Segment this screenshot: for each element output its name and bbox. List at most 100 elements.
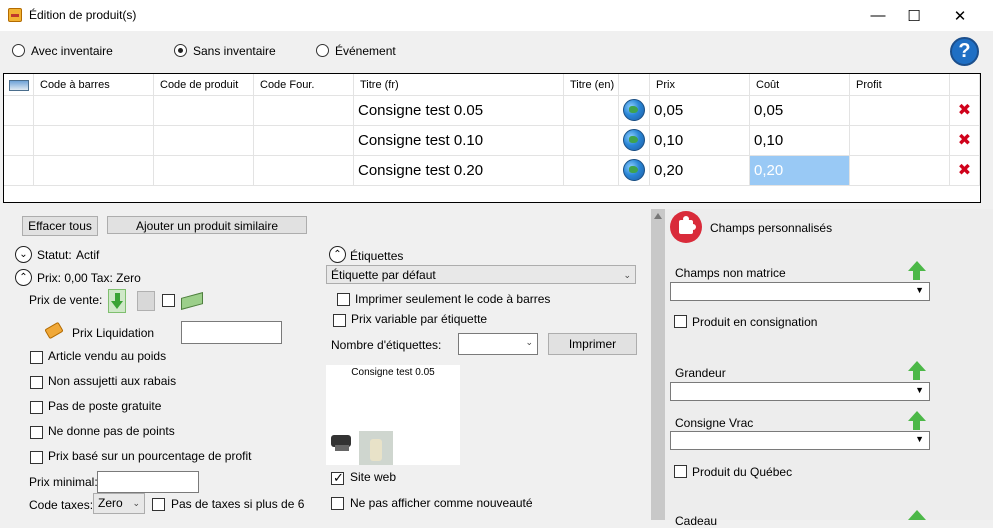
delete-icon[interactable]: ✖ (958, 102, 971, 119)
cell-titre-fr[interactable]: Consigne test 0.20 (354, 156, 564, 186)
delete-icon[interactable]: ✖ (958, 162, 971, 179)
green-up-arrow-icon[interactable] (908, 261, 926, 280)
label-not-new: Ne pas afficher comme nouveauté (350, 496, 533, 510)
app-icon (8, 8, 22, 22)
cell-web[interactable] (619, 156, 650, 186)
row-header-cell[interactable] (4, 126, 34, 156)
panel-splitter[interactable] (651, 209, 665, 520)
row-header-corner (4, 74, 34, 96)
cell-delete[interactable]: ✖ (950, 156, 980, 186)
custom-fields-panel: Champs personnalisés Champs non matrice … (665, 209, 993, 528)
globe-icon[interactable] (623, 99, 645, 121)
radio-avec-inventaire[interactable] (12, 44, 25, 57)
cell-profit[interactable] (850, 156, 950, 186)
min-price-input[interactable] (97, 471, 199, 493)
checkbox-not-new[interactable] (331, 497, 344, 510)
delete-icon[interactable]: ✖ (958, 132, 971, 149)
globe-icon[interactable] (623, 129, 645, 151)
close-button[interactable]: ✕ (937, 0, 983, 31)
cell-code-produit[interactable] (154, 156, 254, 186)
cell-profit[interactable] (850, 126, 950, 156)
label-preview-title: Consigne test 0.05 (351, 367, 435, 378)
cell-cout[interactable]: 0,10 (750, 126, 850, 156)
green-up-arrow-icon[interactable] (908, 361, 926, 380)
checkbox-print-barcode-only[interactable] (337, 293, 350, 306)
money-icon[interactable] (181, 290, 205, 310)
radio-label-evenement: Événement (335, 44, 396, 58)
cell-titre-en[interactable] (564, 96, 619, 126)
cell-delete[interactable]: ✖ (950, 126, 980, 156)
checkbox-vendu-poids[interactable] (30, 351, 43, 364)
cell-code-barres[interactable] (34, 156, 154, 186)
tax-code-select[interactable]: Zero ⌄ (93, 493, 145, 514)
cell-prix[interactable]: 0,05 (650, 96, 750, 126)
cell-cout[interactable]: 0,20 (750, 156, 850, 186)
radio-evenement[interactable] (316, 44, 329, 57)
checkbox-poste-gratuite[interactable] (30, 401, 43, 414)
select-non-matrice[interactable]: ▼ (670, 282, 930, 301)
liquidation-input[interactable] (181, 321, 282, 344)
globe-icon[interactable] (623, 159, 645, 181)
cell-code-barres[interactable] (34, 96, 154, 126)
label-count-select[interactable]: ⌄ (458, 333, 538, 355)
cell-delete[interactable]: ✖ (950, 96, 980, 126)
row-header-cell[interactable] (4, 156, 34, 186)
checkbox-non-assujetti[interactable] (30, 376, 43, 389)
green-arrow-icon[interactable] (108, 289, 126, 313)
maximize-button[interactable]: ☐ (891, 0, 937, 31)
cell-code-four[interactable] (254, 126, 354, 156)
cell-code-barres[interactable] (34, 126, 154, 156)
checkbox-produit-quebec[interactable] (674, 465, 687, 478)
cell-code-four[interactable] (254, 96, 354, 126)
cell-titre-en[interactable] (564, 126, 619, 156)
cell-titre-fr[interactable]: Consigne test 0.10 (354, 126, 564, 156)
sale-price-checkbox[interactable] (162, 294, 175, 307)
help-icon[interactable]: ? (950, 37, 979, 66)
scale-icon (329, 431, 355, 453)
col-header-cout[interactable]: Coût (750, 74, 850, 96)
col-header-prix[interactable]: Prix (650, 74, 750, 96)
col-header-profit[interactable]: Profit (850, 74, 950, 96)
calculator-icon[interactable] (137, 291, 155, 311)
checkbox-pourcentage-profit[interactable] (30, 451, 43, 464)
cell-web[interactable] (619, 126, 650, 156)
sale-price-label: Prix de vente: (29, 293, 103, 307)
cell-code-produit[interactable] (154, 96, 254, 126)
checkbox-site-web[interactable] (331, 470, 344, 486)
checkbox-consignation[interactable] (674, 315, 687, 328)
label-poste-gratuite: Pas de poste gratuite (48, 399, 162, 413)
checkbox-variable-price[interactable] (333, 314, 346, 327)
clear-all-button[interactable]: Effacer tous (22, 216, 98, 236)
col-header-code-barres[interactable]: Code à barres (34, 74, 154, 96)
cell-titre-en[interactable] (564, 156, 619, 186)
min-price-label: Prix minimal: (29, 475, 98, 489)
label-count-label: Nombre d'étiquettes: (331, 338, 442, 352)
cell-code-four[interactable] (254, 156, 354, 186)
price-toggle-icon[interactable]: ⌃ (15, 269, 32, 286)
col-header-code-produit[interactable]: Code de produit (154, 74, 254, 96)
cell-web[interactable] (619, 96, 650, 126)
radio-sans-inventaire[interactable] (174, 44, 187, 57)
add-similar-button[interactable]: Ajouter un produit similaire (107, 216, 307, 234)
checkbox-no-tax[interactable] (152, 498, 165, 511)
label-template-select[interactable]: Étiquette par défaut ⌄ (326, 265, 636, 284)
col-header-titre-en[interactable]: Titre (en) (564, 74, 619, 96)
col-header-titre-fr[interactable]: Titre (fr) (354, 74, 564, 96)
cell-prix[interactable]: 0,10 (650, 126, 750, 156)
col-header-code-four[interactable]: Code Four. (254, 74, 354, 96)
cell-prix[interactable]: 0,20 (650, 156, 750, 186)
green-up-arrow-icon[interactable] (908, 510, 926, 520)
cell-titre-fr[interactable]: Consigne test 0.05 (354, 96, 564, 126)
cell-cout[interactable]: 0,05 (750, 96, 850, 126)
select-consigne-vrac[interactable]: ▼ (670, 431, 930, 450)
cell-code-produit[interactable] (154, 126, 254, 156)
cell-profit[interactable] (850, 96, 950, 126)
select-grandeur[interactable]: ▼ (670, 382, 930, 401)
status-toggle-icon[interactable]: ⌄ (15, 246, 32, 263)
splitter-arrow-icon[interactable] (654, 213, 662, 219)
checkbox-pas-points[interactable] (30, 426, 43, 439)
print-button[interactable]: Imprimer (548, 333, 637, 355)
labels-toggle-icon[interactable]: ⌃ (329, 246, 346, 263)
row-header-cell[interactable] (4, 96, 34, 126)
green-up-arrow-icon[interactable] (908, 411, 926, 430)
